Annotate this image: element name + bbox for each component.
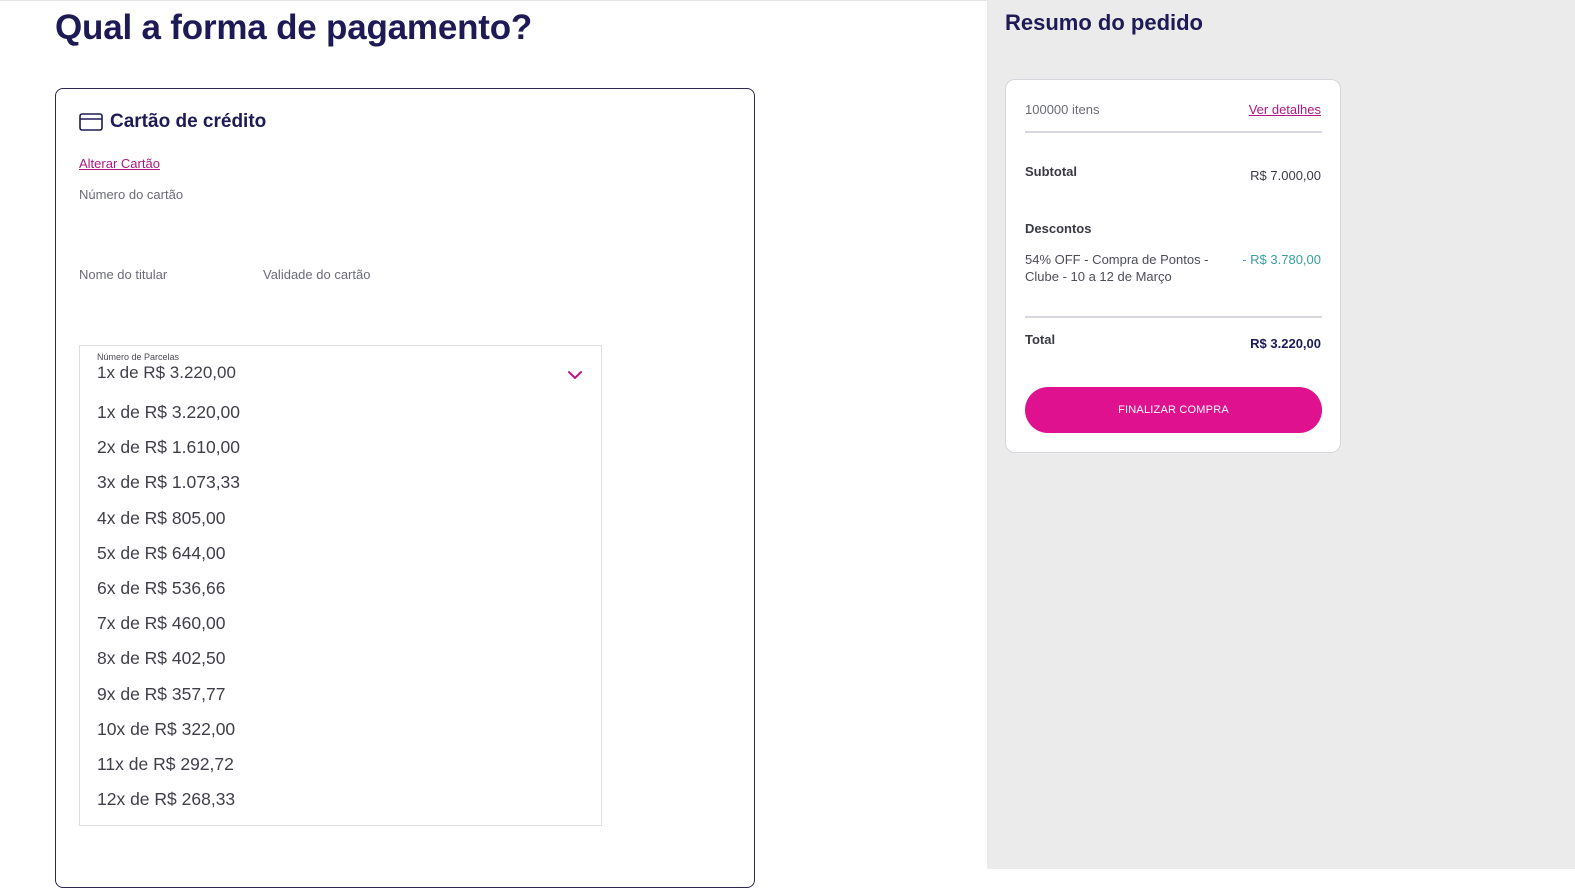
installments-label: Número de Parcelas (97, 352, 180, 362)
total-label: Total (1025, 332, 1056, 347)
installment-option[interactable]: 4x de R$ 805,00 (97, 507, 240, 542)
finish-purchase-button[interactable]: FINALIZAR COMPRA (1025, 387, 1322, 433)
credit-card-panel: Cartão de crédito Alterar Cartão Número … (55, 88, 755, 888)
installments-options-list: 1x de R$ 3.220,00 2x de R$ 1.610,00 3x d… (97, 401, 240, 823)
items-count: 100000 itens (1025, 102, 1100, 117)
divider (1025, 316, 1322, 318)
total-value: R$ 3.220,00 (1250, 336, 1321, 351)
discounts-label: Descontos (1025, 221, 1092, 236)
installment-option[interactable]: 11x de R$ 292,72 (97, 753, 240, 788)
installment-option[interactable]: 5x de R$ 644,00 (97, 542, 240, 577)
summary-title: Resumo do pedido (1005, 10, 1203, 35)
installment-option[interactable]: 1x de R$ 3.220,00 (97, 401, 240, 436)
main-content: Qual a forma de pagamento? Cartão de cré… (0, 0, 987, 888)
subtotal-label: Subtotal (1025, 164, 1077, 179)
credit-card-icon (79, 113, 103, 131)
discount-description-line2: Clube - 10 a 12 de Março (1025, 269, 1172, 284)
divider (1025, 131, 1322, 133)
installment-option[interactable]: 7x de R$ 460,00 (97, 612, 240, 647)
chevron-down-icon[interactable] (567, 368, 583, 380)
page-title: Qual a forma de pagamento? (55, 8, 533, 47)
installment-option[interactable]: 8x de R$ 402,50 (97, 647, 240, 682)
installments-select[interactable]: Número de Parcelas 1x de R$ 3.220,00 1x … (79, 345, 602, 826)
top-divider (0, 0, 987, 1)
view-details-link[interactable]: Ver detalhes (1249, 102, 1321, 117)
card-heading-label: Cartão de crédito (110, 111, 267, 132)
expiry-label: Validade do cartão (263, 267, 371, 282)
installment-option[interactable]: 6x de R$ 536,66 (97, 577, 240, 612)
installments-selected-value[interactable]: 1x de R$ 3.220,00 (97, 363, 236, 383)
holder-name-label: Nome do titular (79, 267, 168, 282)
installment-option[interactable]: 12x de R$ 268,33 (97, 788, 240, 823)
installment-option[interactable]: 10x de R$ 322,00 (97, 718, 240, 753)
order-summary-sidebar: Resumo do pedido 100000 itens Ver detalh… (987, 0, 1575, 869)
discount-description-line1: 54% OFF - Compra de Pontos - (1025, 252, 1209, 267)
installment-option[interactable]: 3x de R$ 1.073,33 (97, 471, 240, 506)
summary-card: 100000 itens Ver detalhes Subtotal R$ 7.… (1005, 79, 1341, 453)
change-card-link[interactable]: Alterar Cartão (79, 156, 160, 171)
discount-value: - R$ 3.780,00 (1242, 252, 1321, 267)
card-number-label: Número do cartão (79, 187, 184, 202)
card-heading: Cartão de crédito (79, 111, 266, 133)
installment-option[interactable]: 9x de R$ 357,77 (97, 683, 240, 718)
subtotal-value: R$ 7.000,00 (1250, 168, 1321, 183)
installment-option[interactable]: 2x de R$ 1.610,00 (97, 436, 240, 471)
